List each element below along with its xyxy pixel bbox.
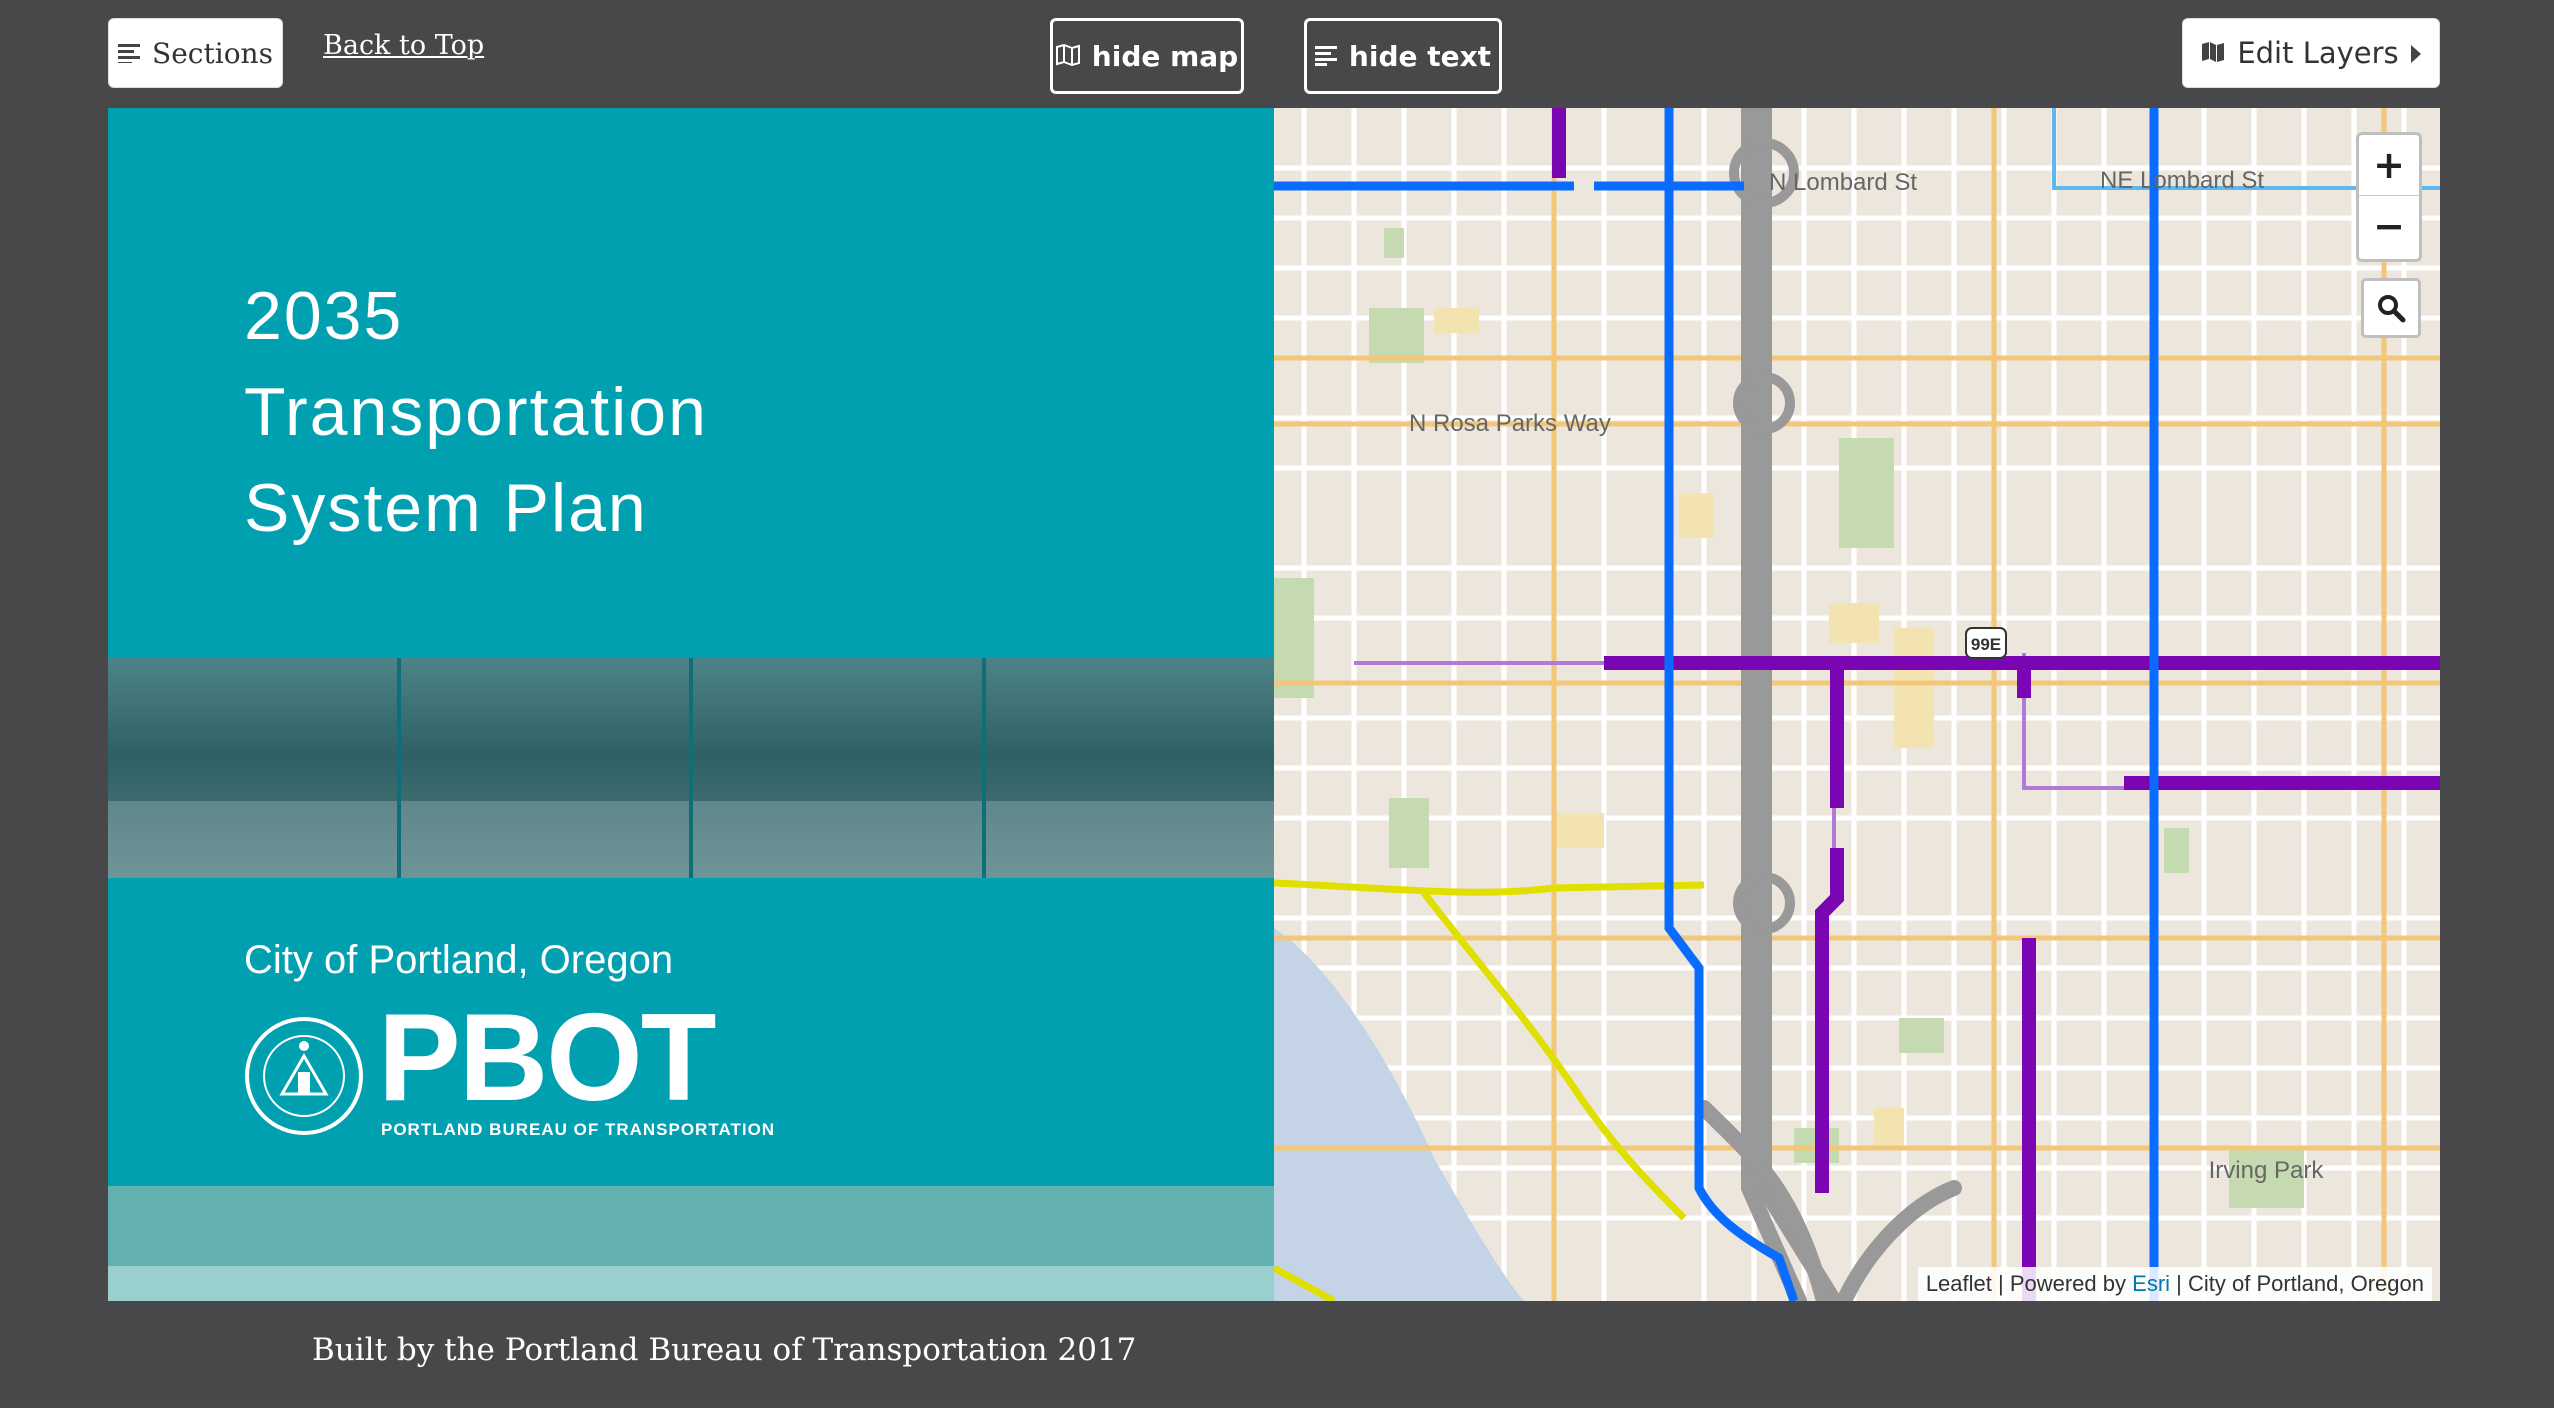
map-panel[interactable]: 99E N Lombard St NE Lombard St N Rosa Pa… bbox=[1274, 108, 2440, 1301]
title-line-transportation: Transportation bbox=[244, 374, 708, 450]
zoom-in-button[interactable]: + bbox=[2359, 135, 2419, 195]
photo-cyclists bbox=[693, 658, 982, 878]
hide-map-label: hide map bbox=[1091, 39, 1239, 73]
map-icon bbox=[2201, 36, 2225, 70]
river-water bbox=[1274, 928, 1524, 1301]
attribution-owner: City of Portland, Oregon bbox=[2187, 1271, 2424, 1296]
map-attribution: Leaflet | Powered by Esri | City of Port… bbox=[1917, 1267, 2432, 1301]
sections-button[interactable]: Sections bbox=[108, 18, 283, 88]
list-icon bbox=[1314, 40, 1337, 73]
edit-layers-label: Edit Layers bbox=[2237, 36, 2399, 70]
hide-map-button[interactable]: hide map bbox=[1050, 18, 1244, 94]
sections-label: Sections bbox=[152, 36, 273, 70]
photo-strip bbox=[108, 658, 1274, 878]
title-line-year: 2035 bbox=[244, 278, 404, 354]
decorative-band-light bbox=[108, 1266, 1274, 1301]
map-label-rosa-parks: N Rosa Parks Way bbox=[1409, 410, 1611, 437]
city-seal-logo bbox=[245, 1017, 363, 1135]
map-icon bbox=[1055, 40, 1080, 73]
leaflet-link[interactable]: Leaflet bbox=[1926, 1271, 1992, 1296]
list-icon bbox=[118, 37, 141, 70]
hide-text-button[interactable]: hide text bbox=[1304, 18, 1502, 94]
route-shield-label: 99E bbox=[1971, 635, 2001, 654]
map-label-park: Irving Park bbox=[2209, 1157, 2325, 1184]
photo-pedestrians bbox=[108, 658, 397, 878]
title-line-system-plan: System Plan bbox=[244, 470, 648, 546]
pbot-logo-subtitle: PORTLAND BUREAU OF TRANSPORTATION bbox=[381, 1120, 776, 1139]
zoom-out-button[interactable]: − bbox=[2359, 195, 2419, 256]
city-name: City of Portland, Oregon bbox=[244, 938, 674, 982]
esri-link[interactable]: Esri bbox=[2132, 1271, 2170, 1296]
powered-by-text: Powered by bbox=[2009, 1271, 2127, 1296]
map-canvas[interactable]: 99E N Lombard St NE Lombard St N Rosa Pa… bbox=[1274, 108, 2440, 1301]
photo-traffic bbox=[400, 658, 689, 878]
decorative-band-dark bbox=[108, 1186, 1274, 1266]
back-to-top-link[interactable]: Back to Top bbox=[323, 30, 484, 61]
edit-layers-button[interactable]: Edit Layers bbox=[2182, 18, 2440, 88]
cover-panel: 2035 Transportation System Plan City of … bbox=[108, 108, 1274, 1301]
footer-credit: Built by the Portland Bureau of Transpor… bbox=[312, 1332, 1137, 1368]
search-icon bbox=[2378, 295, 2406, 323]
page-title: 2035 Transportation System Plan bbox=[244, 268, 708, 556]
photo-bikeshare-bus bbox=[985, 658, 1274, 878]
hide-text-label: hide text bbox=[1348, 39, 1492, 73]
pbot-logo-text: PBOT bbox=[378, 989, 716, 1127]
zoom-control: + − bbox=[2356, 132, 2422, 262]
map-label-lombard-e: NE Lombard St bbox=[2100, 167, 2264, 194]
caret-right-icon bbox=[2410, 36, 2421, 70]
map-label-lombard-w: N Lombard St bbox=[1769, 169, 1917, 196]
map-search-button[interactable] bbox=[2361, 278, 2421, 338]
